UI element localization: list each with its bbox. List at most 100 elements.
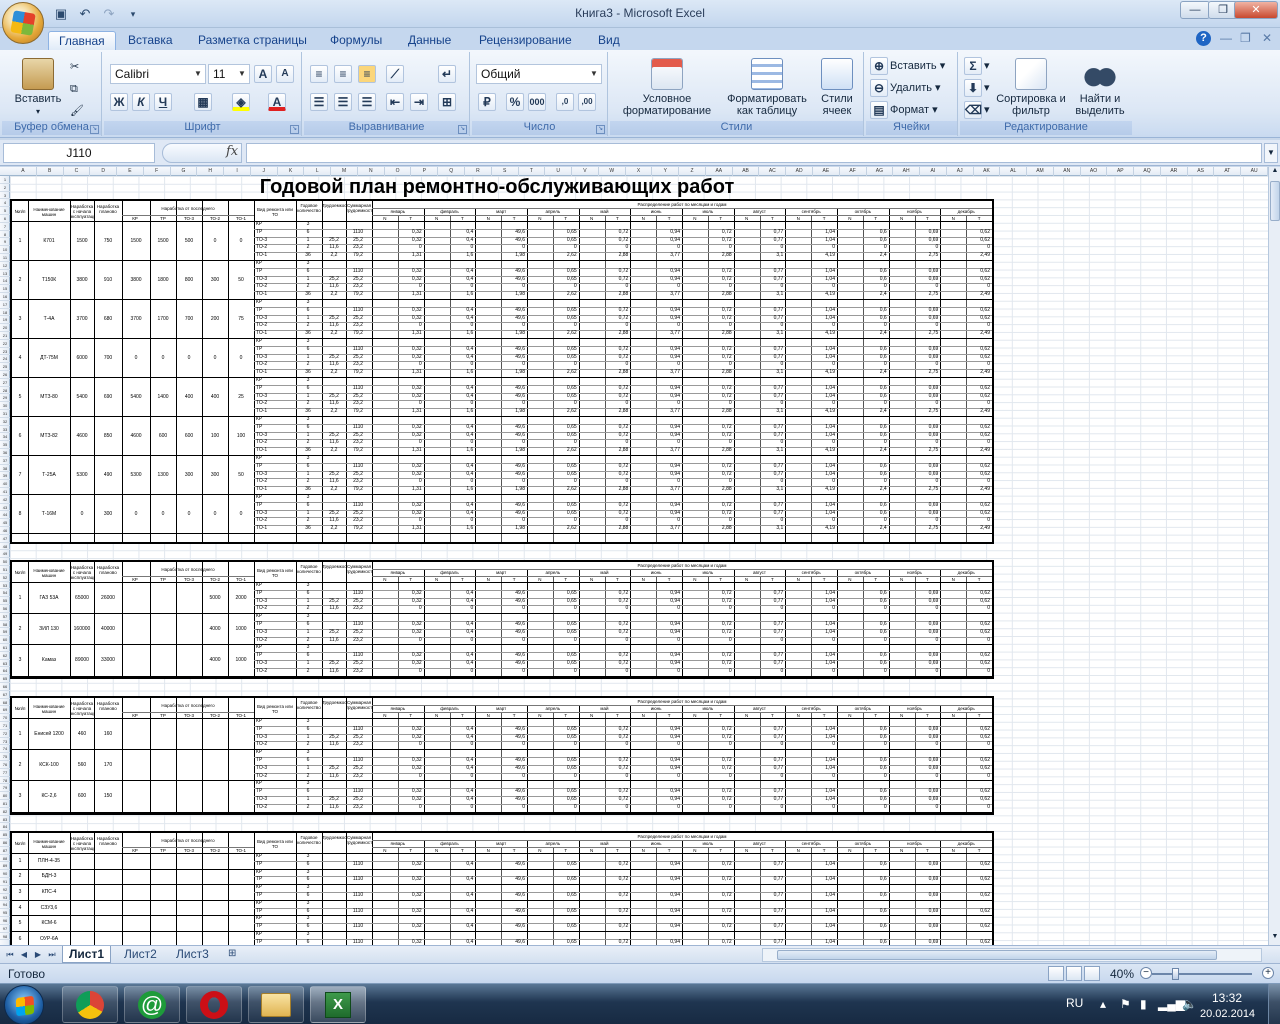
column-header[interactable]: AS [1188,167,1215,176]
column-header[interactable]: AE [813,167,840,176]
row-header[interactable]: 54 [0,589,10,598]
row-header[interactable]: 27 [0,379,10,387]
row-header[interactable]: 34 [0,433,10,442]
bold-button[interactable]: Ж [110,92,130,112]
autosum-button[interactable]: Σ ▾ [964,56,990,76]
column-header[interactable]: D [90,167,118,176]
tab-insert[interactable]: Вставка [128,31,173,50]
scroll-down-icon[interactable]: ▼ [1270,933,1280,945]
row-header[interactable]: 43 [0,504,10,512]
zoom-slider-thumb[interactable] [1172,968,1179,980]
row-header[interactable]: 85 [0,831,10,839]
name-box[interactable]: J110 [3,143,155,163]
column-header[interactable]: W [599,167,626,176]
row-header[interactable]: 4 [0,199,10,208]
row-header[interactable]: 57 [0,613,10,621]
column-header[interactable]: P [411,167,439,176]
row-header[interactable]: 71 [0,722,10,730]
sheet-tab-2[interactable]: Лист2 [118,946,163,963]
row-header[interactable]: 11 [0,254,10,262]
decrease-indent-button[interactable]: ⇤ [386,92,406,112]
row-header[interactable]: 93 [0,894,10,902]
zoom-level[interactable]: 40% [1110,967,1134,981]
show-desktop-button[interactable] [1268,984,1280,1024]
row-header[interactable]: 51 [0,566,10,574]
row-header[interactable]: 82 [0,808,10,816]
row-header[interactable]: 94 [0,901,10,910]
minimize-button[interactable]: — [1180,1,1210,19]
ribbon-close-icon[interactable]: ✕ [1262,31,1272,45]
action-center-flag-icon[interactable]: ⚑ [1120,997,1131,1011]
sheet-tab-1[interactable]: Лист1 [62,946,112,963]
row-header[interactable]: 48 [0,543,10,551]
increase-indent-button[interactable]: ⇥ [410,92,430,112]
conditional-formatting-button[interactable]: Условное форматирование [614,58,720,117]
row-header[interactable]: 29 [0,394,10,403]
start-button[interactable] [4,985,44,1024]
copy-icon[interactable]: ⧉ [70,79,78,99]
vertical-scrollbar[interactable]: ▲ ▼ [1268,167,1280,945]
row-header[interactable]: 72 [0,730,10,738]
row-header[interactable]: 91 [0,878,10,886]
tab-home[interactable]: Главная [48,31,116,50]
tab-formulas[interactable]: Формулы [330,31,382,50]
row-header[interactable]: 70 [0,714,10,722]
cut-icon[interactable]: ✂ [70,57,79,77]
column-header[interactable]: AA [706,167,733,176]
office-button[interactable] [2,2,44,44]
row-header[interactable]: 75 [0,753,10,761]
row-header[interactable]: 26 [0,371,10,379]
row-header[interactable]: 64 [0,667,10,676]
row-header[interactable]: 87 [0,847,10,855]
borders-button[interactable]: ▦ [194,92,214,112]
column-header[interactable]: V [572,167,599,176]
formula-input[interactable] [246,143,1262,163]
row-header[interactable]: 63 [0,660,10,668]
wrap-text-button[interactable]: ↵ [438,64,458,84]
row-header[interactable]: 78 [0,777,10,785]
normal-view-icon[interactable] [1048,966,1064,981]
column-header[interactable]: E [117,167,144,176]
opera-taskbar-button[interactable] [186,986,242,1023]
insert-sheet-icon[interactable]: ⊞ [222,946,242,963]
increase-decimal-button[interactable]: ,0 [556,92,576,112]
row-header[interactable]: 92 [0,886,10,894]
column-header[interactable]: AB [733,167,760,176]
row-header[interactable]: 30 [0,402,10,410]
row-header[interactable]: 98 [0,933,10,941]
column-header[interactable]: B [37,167,64,176]
row-header[interactable]: 22 [0,340,10,348]
column-header[interactable]: AM [1027,167,1054,176]
row-header[interactable]: 40 [0,480,10,488]
row-header[interactable]: 33 [0,426,10,434]
row-header[interactable]: 41 [0,488,10,496]
underline-button[interactable]: Ч [154,92,174,112]
column-header[interactable]: L [304,167,332,176]
column-header[interactable]: H [197,167,225,176]
column-header[interactable]: AP [1107,167,1135,176]
column-header[interactable]: AQ [1134,167,1161,176]
row-header[interactable]: 20 [0,324,10,332]
row-header[interactable]: 23 [0,348,10,356]
align-left-button[interactable]: ☰ [310,92,330,112]
row-header[interactable]: 32 [0,418,10,426]
first-sheet-icon[interactable]: ⏮ [4,948,16,961]
paste-button[interactable]: Вставить ▾ [14,58,62,118]
row-header[interactable]: 67 [0,691,10,699]
row-header[interactable]: 12 [0,262,10,270]
explorer-taskbar-button[interactable] [248,986,304,1023]
decrease-decimal-button[interactable]: ,00 [578,92,598,112]
clock-date[interactable]: 20.02.2014 [1200,1008,1255,1020]
clear-button[interactable]: ⌫ ▾ [964,100,990,120]
column-header[interactable]: C [64,167,91,176]
column-header[interactable]: AO [1081,167,1108,176]
column-header[interactable]: O [385,167,412,176]
format-cells-button[interactable]: ▤ Формат ▾ [870,100,938,120]
column-header[interactable]: AF [840,167,867,176]
row-header[interactable]: 8 [0,231,10,239]
fill-color-button[interactable]: ◈ [232,92,252,112]
row-header[interactable]: 39 [0,472,10,481]
row-header[interactable]: 37 [0,457,10,465]
row-header[interactable]: 50 [0,558,10,566]
tab-view[interactable]: Вид [598,31,620,50]
